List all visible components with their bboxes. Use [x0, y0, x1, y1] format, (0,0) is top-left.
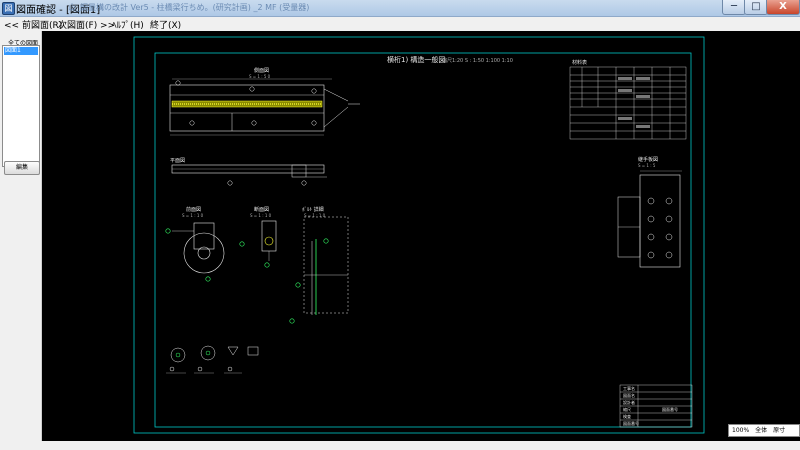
- plate-bolt-holes: [647, 197, 673, 259]
- zoom-fit-button[interactable]: 全体: [752, 427, 770, 434]
- menu-exit[interactable]: 終了(X): [150, 18, 181, 31]
- side-view-outline: [169, 84, 325, 132]
- close-button[interactable]: X: [766, 0, 800, 15]
- drawing-list[interactable]: 図面1: [2, 45, 40, 167]
- menu-next-drawing[interactable]: 次図面(F) >>: [58, 18, 115, 31]
- zoom-size-button[interactable]: 原寸: [770, 427, 788, 434]
- detail-view-outline: [303, 216, 349, 314]
- titleblock-row-1: 図面名: [623, 392, 635, 398]
- app-icon: 図: [2, 2, 15, 15]
- front-view-flange: [183, 232, 225, 274]
- list-item-drawing-1[interactable]: 図面1: [4, 47, 38, 55]
- outer-frame: [133, 36, 705, 434]
- detail-view-scale: S = 1 : 1 0: [304, 213, 326, 218]
- edit-button[interactable]: 編集: [4, 161, 40, 175]
- titleblock-row-0: 工事名: [623, 385, 635, 391]
- plate-view-scale: S = 1 : 5: [638, 163, 656, 168]
- section-view-outline: [261, 220, 277, 252]
- maximize-button[interactable]: □: [744, 0, 768, 15]
- menu-help[interactable]: ﾍﾙﾌﾟ(H): [112, 18, 144, 31]
- plate-view-title: 継手板図: [638, 156, 658, 163]
- zoom-control[interactable]: 100% 全体 原寸: [728, 424, 800, 437]
- front-view-scale: S = 1 : 1 0: [182, 213, 204, 218]
- material-table-title: 材料表: [572, 59, 587, 66]
- menu-prev-drawing[interactable]: << 前図面(R): [4, 18, 62, 31]
- drawing-main-scale: 縮尺1:20 S : 1:50 1:100 1:10: [442, 57, 513, 64]
- titleblock-row-2: 設計者: [623, 399, 635, 405]
- drawing-main-title: 横桁1) 構造一般図: [387, 55, 445, 64]
- window-subtitle: 山_鋼量構の改計 Ver5 - 柱橋梁行ちめ。(研究計画) _2 MF (受量器…: [68, 3, 310, 12]
- inner-frame: [154, 52, 692, 428]
- plate-outline: [639, 174, 681, 268]
- titleblock-value: 図面番号: [662, 406, 678, 412]
- minimize-button[interactable]: ─: [722, 0, 746, 15]
- section-view-scale: S = 1 : 1 0: [250, 213, 272, 218]
- front-view-title: 前面図: [186, 206, 201, 213]
- side-view-title: 側面図: [254, 67, 269, 74]
- menu-bar: << 前図面(R) 次図面(F) >> ﾍﾙﾌﾟ(H) 終了(X): [0, 17, 800, 31]
- drawing-viewer[interactable]: 横桁1) 構造一般図 縮尺1:20 S : 1:50 1:100 1:10 側面…: [42, 31, 800, 441]
- titleblock-row-3: 縮尺: [623, 406, 631, 412]
- zoom-value[interactable]: 100%: [729, 427, 752, 434]
- drawing-list-panel: 全ての図面 図面1 編集: [0, 31, 42, 450]
- side-view-scale: S = 1 : 5 0: [249, 74, 271, 79]
- detail-view-title: ﾎﾞﾙﾄ 詳細: [302, 206, 324, 213]
- status-bar: [0, 441, 800, 450]
- section-view-title: 断面図: [254, 206, 269, 213]
- titleblock-row-4: 検査: [623, 413, 631, 419]
- cad-drawing: 横桁1) 構造一般図 縮尺1:20 S : 1:50 1:100 1:10 側面…: [133, 36, 705, 434]
- title-bar: 図 図面確認 - [図面1] 山_鋼量構の改計 Ver5 - 柱橋梁行ちめ。(研…: [0, 0, 800, 17]
- titleblock-row-5: 図面番号: [623, 420, 639, 426]
- plan-view-title: 平面図: [170, 158, 185, 164]
